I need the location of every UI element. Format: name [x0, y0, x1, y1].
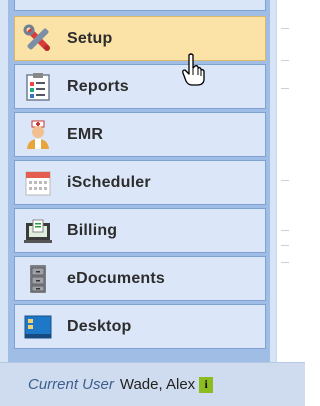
status-bar: Current User Wade, Alex i	[0, 362, 305, 406]
nav-item-edocuments[interactable]: eDocuments	[14, 256, 266, 301]
nav-label-edocuments: eDocuments	[67, 269, 166, 287]
nav-label-ischeduler: iScheduler	[67, 173, 151, 191]
hand-cursor-icon	[181, 53, 207, 87]
nav-label-desktop: Desktop	[67, 317, 132, 335]
nav-item-ischeduler[interactable]: iScheduler	[14, 160, 266, 205]
nav-item-partial[interactable]	[14, 0, 266, 11]
main-nav: Setup Reports EMR iScheduler Billing eDo…	[14, 16, 266, 352]
calendar-icon	[21, 166, 55, 200]
nav-label-setup: Setup	[67, 29, 113, 47]
billing-icon	[21, 214, 55, 248]
content-text-fragment	[281, 245, 289, 246]
desktop-icon	[21, 310, 55, 344]
reports-icon	[21, 70, 55, 104]
info-icon[interactable]: i	[199, 376, 214, 393]
content-text-fragment	[281, 180, 289, 181]
nav-item-emr[interactable]: EMR	[14, 112, 266, 157]
content-text-fragment	[281, 230, 289, 231]
nav-item-billing[interactable]: Billing	[14, 208, 266, 253]
content-text-fragment	[281, 88, 289, 89]
cabinet-icon	[21, 262, 55, 296]
content-text-fragment	[281, 60, 289, 61]
nav-label-billing: Billing	[67, 221, 118, 239]
content-text-fragment	[281, 262, 289, 263]
content-text-fragment	[281, 28, 289, 29]
nav-item-desktop[interactable]: Desktop	[14, 304, 266, 349]
current-user-name: Wade, Alex	[119, 376, 196, 393]
nav-item-setup[interactable]: Setup	[14, 16, 266, 61]
tools-icon	[21, 22, 55, 56]
doctor-icon	[21, 118, 55, 152]
nav-item-reports[interactable]: Reports	[14, 64, 266, 109]
nav-label-reports: Reports	[67, 77, 129, 95]
current-user-label: Current User	[28, 376, 114, 393]
nav-label-emr: EMR	[67, 125, 104, 143]
content-area	[276, 0, 306, 362]
